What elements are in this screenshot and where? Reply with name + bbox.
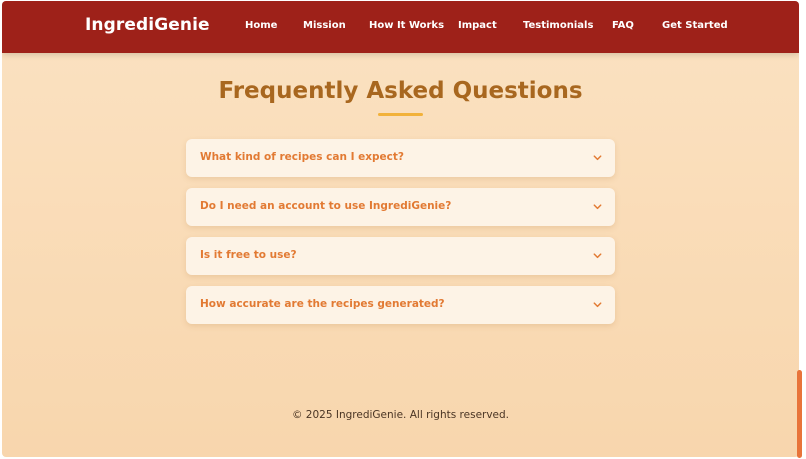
page-frame: IngrediGenie Home Mission How It Works I… xyxy=(2,1,799,457)
nav-link-faq[interactable]: FAQ xyxy=(612,20,634,31)
faq-item[interactable]: Do I need an account to use IngrediGenie… xyxy=(186,188,615,226)
chevron-down-icon xyxy=(593,155,602,161)
faq-item[interactable]: What kind of recipes can I expect? xyxy=(186,139,615,177)
navbar: IngrediGenie Home Mission How It Works I… xyxy=(2,1,799,53)
scrollbar-thumb[interactable] xyxy=(797,370,802,458)
nav-link-impact[interactable]: Impact xyxy=(458,20,497,31)
chevron-down-icon xyxy=(593,204,602,210)
nav-link-testimonials[interactable]: Testimonials xyxy=(523,20,593,31)
title-underline xyxy=(378,113,423,116)
nav-link-how-it-works[interactable]: How It Works xyxy=(369,20,444,31)
faq-question: Is it free to use? xyxy=(200,249,297,261)
copyright-text: © 2025 IngrediGenie. All rights reserved… xyxy=(291,409,510,421)
faq-item[interactable]: Is it free to use? xyxy=(186,237,615,275)
faq-question: How accurate are the recipes generated? xyxy=(200,298,445,310)
faq-title: Frequently Asked Questions xyxy=(218,78,583,104)
chevron-down-icon xyxy=(593,302,602,308)
nav-link-mission[interactable]: Mission xyxy=(303,20,346,31)
faq-question: Do I need an account to use IngrediGenie… xyxy=(200,200,452,212)
nav-link-home[interactable]: Home xyxy=(245,20,277,31)
nav-menu: Home Mission How It Works Impact Testimo… xyxy=(2,20,799,36)
chevron-down-icon xyxy=(593,253,602,259)
faq-item[interactable]: How accurate are the recipes generated? xyxy=(186,286,615,324)
nav-link-get-started[interactable]: Get Started xyxy=(662,20,728,31)
faq-question: What kind of recipes can I expect? xyxy=(200,151,405,163)
